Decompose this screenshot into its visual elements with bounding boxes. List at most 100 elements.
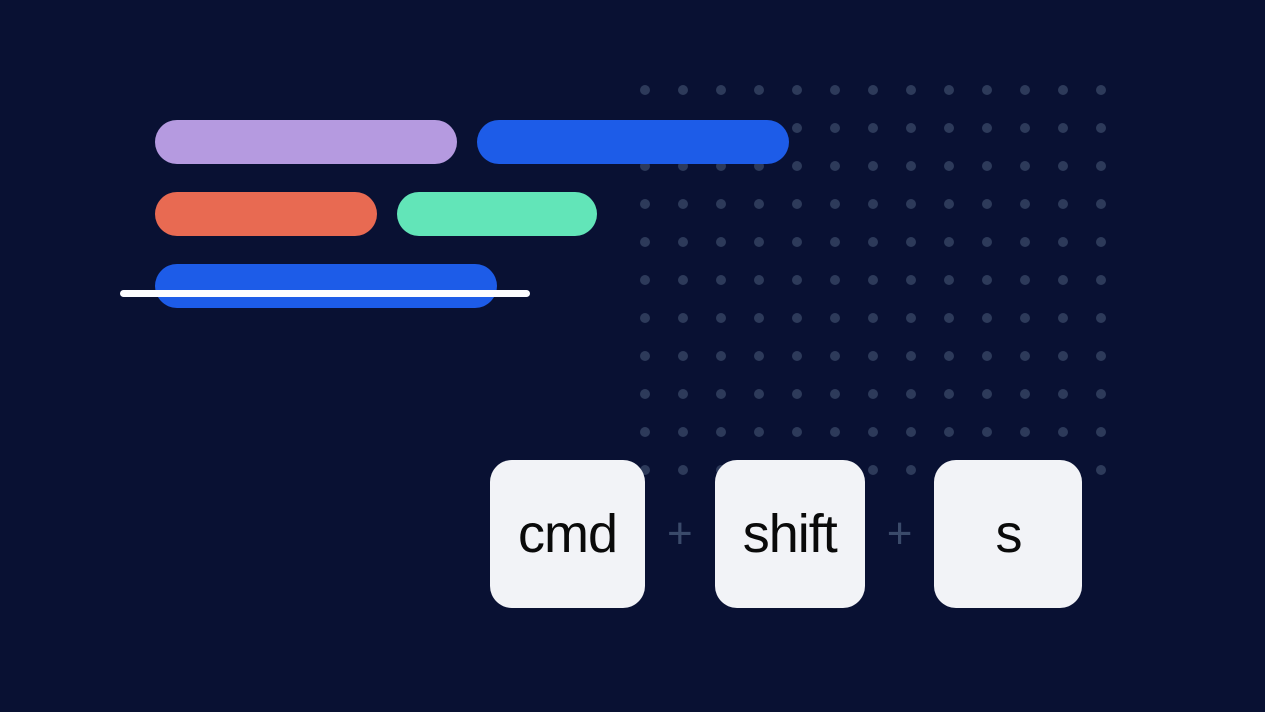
- decorative-dot: [906, 123, 916, 133]
- code-bar-0: [155, 120, 457, 164]
- decorative-dot: [678, 275, 688, 285]
- decorative-dot: [906, 275, 916, 285]
- text-cursor-line: [120, 290, 530, 297]
- decorative-dot: [792, 427, 802, 437]
- decorative-dot: [944, 85, 954, 95]
- keycap-cmd: cmd: [490, 460, 645, 608]
- decorative-dot: [678, 199, 688, 209]
- decorative-dot: [982, 161, 992, 171]
- decorative-dot: [1096, 123, 1106, 133]
- decorative-dot: [678, 237, 688, 247]
- code-bar-4: [155, 264, 497, 308]
- decorative-dot: [678, 427, 688, 437]
- keycap-s: s: [934, 460, 1082, 608]
- decorative-dot: [754, 275, 764, 285]
- decorative-dot: [1096, 465, 1106, 475]
- decorative-dot: [792, 161, 802, 171]
- decorative-dot: [640, 237, 650, 247]
- decorative-dot: [1058, 237, 1068, 247]
- decorative-dot: [982, 427, 992, 437]
- decorative-dot: [944, 161, 954, 171]
- decorative-dot: [868, 237, 878, 247]
- decorative-dot: [1096, 199, 1106, 209]
- decorative-dot: [716, 199, 726, 209]
- decorative-dot: [792, 313, 802, 323]
- code-bar-2: [155, 192, 377, 236]
- decorative-dot: [982, 351, 992, 361]
- decorative-dot: [792, 85, 802, 95]
- decorative-dot: [868, 85, 878, 95]
- decorative-dot: [982, 199, 992, 209]
- decorative-dot: [640, 389, 650, 399]
- decorative-dot: [754, 389, 764, 399]
- decorative-dot: [1096, 237, 1106, 247]
- decorative-dot: [1096, 85, 1106, 95]
- decorative-dot: [944, 237, 954, 247]
- decorative-dot: [678, 389, 688, 399]
- decorative-dot: [678, 313, 688, 323]
- decorative-dot: [640, 275, 650, 285]
- decorative-dot: [944, 275, 954, 285]
- decorative-dot: [1020, 161, 1030, 171]
- decorative-dot: [868, 389, 878, 399]
- decorative-dot: [1020, 389, 1030, 399]
- decorative-dot: [640, 351, 650, 361]
- decorative-dot: [830, 389, 840, 399]
- decorative-dot: [868, 123, 878, 133]
- decorative-dot: [716, 351, 726, 361]
- decorative-dot: [792, 351, 802, 361]
- decorative-dot: [792, 237, 802, 247]
- decorative-dot: [830, 351, 840, 361]
- decorative-dot: [1058, 199, 1068, 209]
- decorative-dot: [944, 199, 954, 209]
- decorative-dot: [1058, 313, 1068, 323]
- decorative-dot: [1058, 85, 1068, 95]
- decorative-dot: [716, 237, 726, 247]
- decorative-dot: [716, 313, 726, 323]
- decorative-dot: [982, 123, 992, 133]
- decorative-dot: [754, 237, 764, 247]
- decorative-dot: [716, 389, 726, 399]
- decorative-dot: [944, 351, 954, 361]
- code-bar-3: [397, 192, 597, 236]
- decorative-dot: [1058, 427, 1068, 437]
- decorative-dot: [640, 199, 650, 209]
- decorative-dot: [906, 199, 916, 209]
- decorative-dot: [868, 351, 878, 361]
- decorative-dot: [754, 199, 764, 209]
- decorative-dot: [640, 85, 650, 95]
- decorative-dot: [1058, 161, 1068, 171]
- decorative-dot: [754, 351, 764, 361]
- decorative-dot: [640, 313, 650, 323]
- decorative-dot: [792, 199, 802, 209]
- decorative-dot: [830, 313, 840, 323]
- decorative-dot: [906, 237, 916, 247]
- decorative-dot: [906, 427, 916, 437]
- decorative-dot: [868, 199, 878, 209]
- decorative-dot: [716, 85, 726, 95]
- decorative-dot: [982, 275, 992, 285]
- decorative-dot: [1020, 123, 1030, 133]
- decorative-dot: [1096, 351, 1106, 361]
- decorative-dot: [792, 123, 802, 133]
- decorative-dot: [944, 427, 954, 437]
- decorative-dot: [1058, 351, 1068, 361]
- decorative-dot: [754, 313, 764, 323]
- decorative-dot: [906, 313, 916, 323]
- decorative-dot: [944, 389, 954, 399]
- decorative-dot: [906, 351, 916, 361]
- decorative-dot: [982, 313, 992, 323]
- decorative-dot: [1096, 389, 1106, 399]
- decorative-dot: [868, 275, 878, 285]
- decorative-dot: [716, 275, 726, 285]
- decorative-dot: [1096, 275, 1106, 285]
- decorative-dot: [1096, 161, 1106, 171]
- decorative-dot: [906, 389, 916, 399]
- decorative-dot: [944, 313, 954, 323]
- decorative-dot: [678, 85, 688, 95]
- decorative-dot: [830, 275, 840, 285]
- decorative-dot: [830, 427, 840, 437]
- decorative-dot: [830, 85, 840, 95]
- decorative-dot: [1096, 427, 1106, 437]
- keycap-shift: shift: [715, 460, 865, 608]
